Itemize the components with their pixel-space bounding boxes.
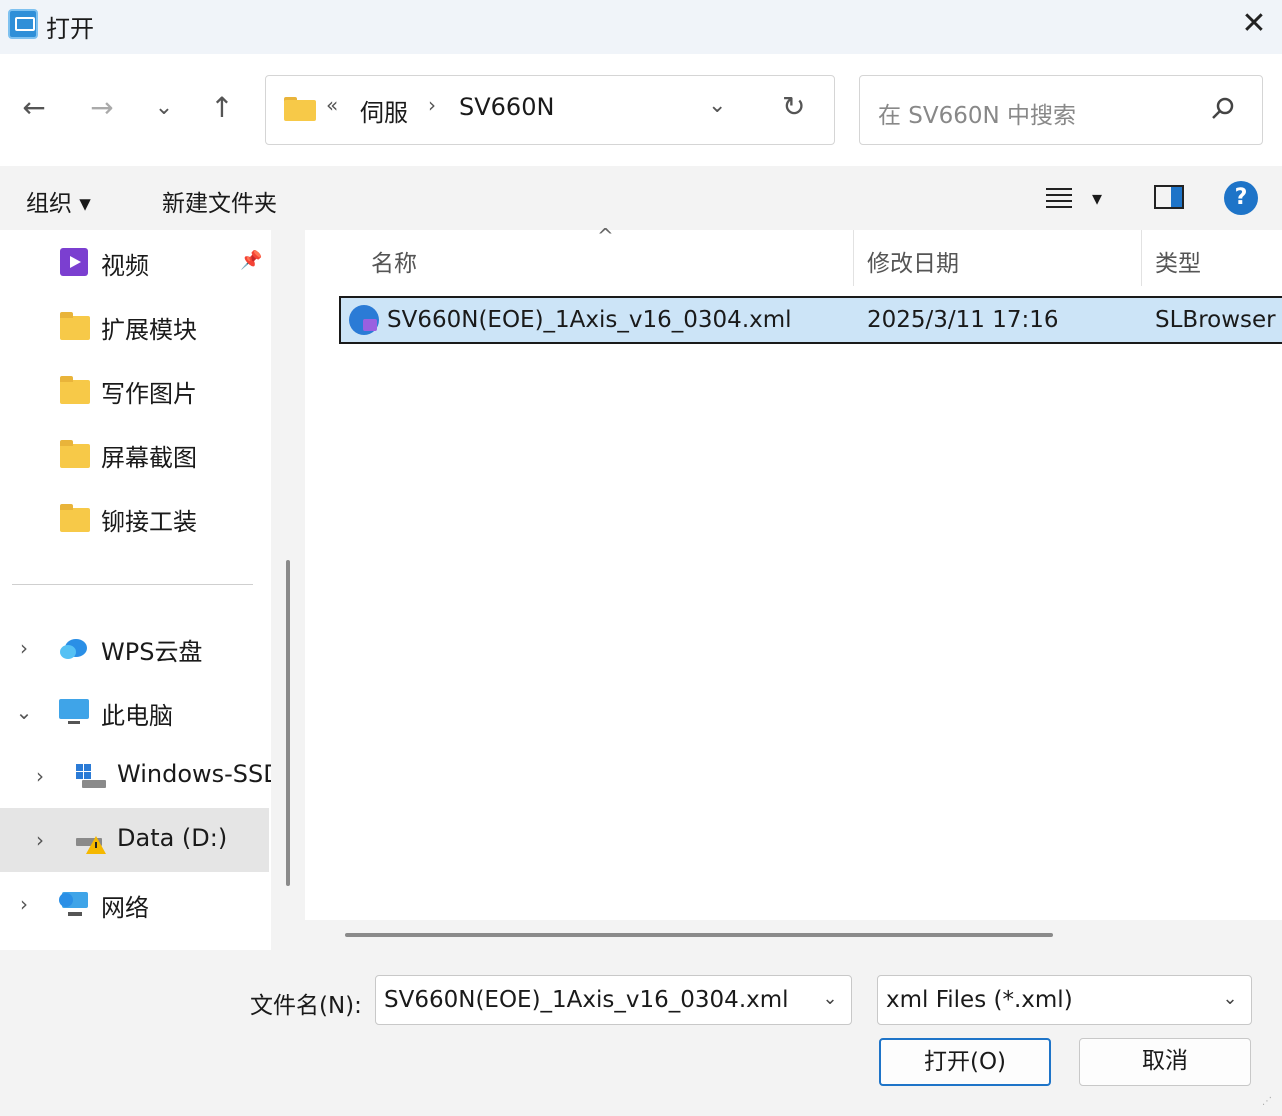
organize-button[interactable]: 组织 ▾ xyxy=(26,184,91,218)
file-type: SLBrowser xyxy=(1155,307,1276,333)
column-header-modified[interactable]: 修改日期 xyxy=(867,244,959,278)
chevron-down-icon[interactable]: ⌄ xyxy=(14,700,34,724)
address-dropdown-icon[interactable]: ⌄ xyxy=(708,93,726,118)
sort-ascending-icon: ^ xyxy=(597,224,614,248)
cloud-icon xyxy=(60,639,87,659)
filename-field[interactable]: SV660N(EOE)_1Axis_v16_0304.xml ⌄ xyxy=(375,975,852,1025)
cancel-button[interactable]: 取消 xyxy=(1079,1038,1251,1086)
file-list: ^ 名称 修改日期 类型 SV660N(EOE)_1Axis_v16_0304.… xyxy=(305,224,1282,920)
chevron-right-icon[interactable]: › xyxy=(30,764,50,788)
sidebar-item-label: 视频 xyxy=(101,252,149,280)
view-dropdown-icon[interactable]: ▾ xyxy=(1092,186,1102,210)
folder-icon xyxy=(284,97,316,121)
sidebar-item-writing-images[interactable]: 写作图片 xyxy=(0,358,271,422)
sidebar-item-label: Data (D:) xyxy=(117,824,228,852)
preview-pane-icon[interactable] xyxy=(1154,185,1184,209)
sidebar-divider xyxy=(12,584,253,585)
search-box[interactable]: 在 SV660N 中搜索 xyxy=(859,75,1263,145)
computer-icon xyxy=(59,699,89,724)
filename-input[interactable]: SV660N(EOE)_1Axis_v16_0304.xml xyxy=(384,987,789,1013)
title-bar: 打开 ✕ xyxy=(0,0,1282,54)
sidebar-item-label: 屏幕截图 xyxy=(101,444,197,472)
file-row[interactable]: SV660N(EOE)_1Axis_v16_0304.xml 2025/3/11… xyxy=(339,296,1282,344)
slbrowser-file-icon xyxy=(349,305,379,335)
column-divider[interactable] xyxy=(1141,230,1142,286)
sidebar-item-screenshots[interactable]: 屏幕截图 xyxy=(0,422,271,486)
recent-locations-button[interactable]: ⌄ xyxy=(144,88,184,128)
breadcrumb-separator: › xyxy=(428,93,436,117)
sidebar-item-videos[interactable]: 视频 📌 xyxy=(0,230,271,294)
sidebar-item-label: WPS云盘 xyxy=(101,638,203,666)
file-modified: 2025/3/11 17:16 xyxy=(867,307,1059,333)
sidebar-item-wps-cloud[interactable]: › WPS云盘 xyxy=(0,616,271,680)
sidebar-item-riveting-fixtures[interactable]: 铆接工装 xyxy=(0,486,271,550)
sidebar-item-label: 扩展模块 xyxy=(101,316,197,344)
column-divider[interactable] xyxy=(853,230,854,286)
column-header-type[interactable]: 类型 xyxy=(1155,244,1201,278)
file-type-filter-value: xml Files (*.xml) xyxy=(886,987,1073,1013)
sidebar-item-label: 铆接工装 xyxy=(101,508,197,536)
back-button[interactable]: ← xyxy=(14,88,54,128)
breadcrumb-item-sv660n[interactable]: SV660N xyxy=(459,93,554,121)
sidebar-item-windows-ssd[interactable]: › Windows-SSD xyxy=(0,744,271,808)
address-bar[interactable]: « 伺服 › SV660N ⌄ ↻ xyxy=(265,75,835,145)
command-bar: 组织 ▾ 新建文件夹 ▾ ? xyxy=(0,166,1282,230)
open-button[interactable]: 打开(O) xyxy=(879,1038,1051,1086)
chevron-right-icon[interactable]: › xyxy=(30,828,50,852)
windows-drive-icon xyxy=(76,764,106,788)
close-button[interactable]: ✕ xyxy=(1236,4,1272,44)
view-list-icon[interactable] xyxy=(1046,188,1072,210)
chevron-right-icon[interactable]: › xyxy=(14,892,34,916)
horizontal-scrollbar[interactable] xyxy=(345,933,1053,937)
refresh-icon[interactable]: ↻ xyxy=(782,90,805,123)
drive-warning-icon xyxy=(76,836,106,854)
sidebar-scrollbar[interactable] xyxy=(286,560,290,886)
video-icon xyxy=(60,248,88,276)
app-icon xyxy=(8,9,38,39)
pin-icon[interactable]: 📌 xyxy=(240,250,262,271)
sidebar-item-label: 此电脑 xyxy=(101,702,173,730)
folder-icon xyxy=(60,504,90,532)
sidebar-item-this-pc[interactable]: ⌄ 此电脑 xyxy=(0,680,271,744)
sidebar-item-data-d[interactable]: › Data (D:) xyxy=(0,808,269,872)
sidebar-item-label: 网络 xyxy=(101,894,149,922)
sidebar-item-label: 写作图片 xyxy=(101,380,197,408)
chevron-down-icon[interactable]: ⌄ xyxy=(1219,988,1241,1012)
up-button[interactable]: ↑ xyxy=(202,88,242,128)
breadcrumb-overflow[interactable]: « xyxy=(326,93,338,117)
column-header-name[interactable]: 名称 xyxy=(371,244,417,278)
filename-label: 文件名(N): xyxy=(250,993,362,1019)
folder-icon xyxy=(60,312,90,340)
navigation-pane: 视频 📌 扩展模块 写作图片 屏幕截图 铆接工装 › WPS云盘 ⌄ 此电脑 ›… xyxy=(0,230,271,950)
sidebar-item-network[interactable]: › 网络 xyxy=(0,872,271,936)
window-title: 打开 xyxy=(46,15,94,43)
help-icon[interactable]: ? xyxy=(1224,181,1258,215)
folder-icon xyxy=(60,440,90,468)
sidebar-item-extension-modules[interactable]: 扩展模块 xyxy=(0,294,271,358)
navigation-bar: ← → ⌄ ↑ « 伺服 › SV660N ⌄ ↻ 在 SV660N 中搜索 xyxy=(0,54,1282,166)
chevron-right-icon[interactable]: › xyxy=(14,636,34,660)
chevron-down-icon[interactable]: ⌄ xyxy=(819,988,841,1012)
forward-button[interactable]: → xyxy=(82,88,122,128)
network-icon xyxy=(59,892,88,916)
file-type-filter[interactable]: xml Files (*.xml) ⌄ xyxy=(877,975,1252,1025)
file-name: SV660N(EOE)_1Axis_v16_0304.xml xyxy=(387,307,792,333)
search-icon xyxy=(1212,97,1234,119)
breadcrumb-item-servo[interactable]: 伺服 xyxy=(360,93,408,128)
search-input[interactable]: 在 SV660N 中搜索 xyxy=(878,96,1076,130)
folder-icon xyxy=(60,376,90,404)
sidebar-item-label: Windows-SSD xyxy=(117,760,271,788)
new-folder-button[interactable]: 新建文件夹 xyxy=(162,184,277,218)
resize-grip-icon[interactable]: ⋰ xyxy=(1262,1096,1278,1112)
